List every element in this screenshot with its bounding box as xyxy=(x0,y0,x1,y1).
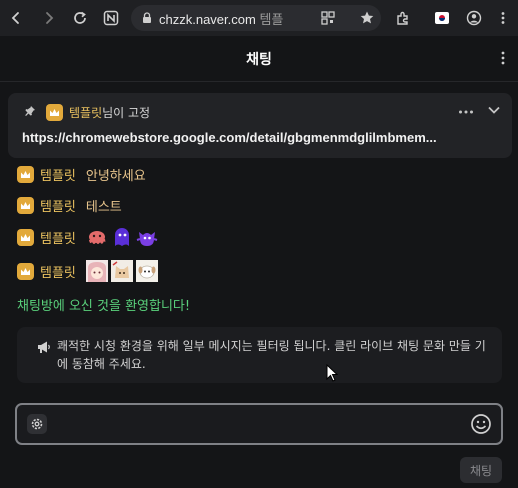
chat-input[interactable] xyxy=(57,410,457,438)
chat-message: 템플릿 안녕하세요 xyxy=(17,163,146,185)
pinned-message[interactable]: 템플릿 님이 고정 https://chromewebstore.google.… xyxy=(8,93,512,158)
mouse-cursor-icon xyxy=(326,364,338,382)
browser-menu-icon[interactable] xyxy=(490,5,516,31)
crown-badge-icon xyxy=(17,228,34,246)
address-bar[interactable]: chzzk.naver.com 템플 xyxy=(131,5,381,31)
chevron-down-icon[interactable] xyxy=(488,102,500,118)
chat-settings-button[interactable] xyxy=(27,414,47,434)
url-host: chzzk.naver.com xyxy=(159,11,256,27)
chat-message: 템플릿 xyxy=(17,260,158,282)
chat-header: 채팅 xyxy=(0,36,518,82)
korea-flag-icon[interactable] xyxy=(429,5,455,31)
megaphone-icon xyxy=(38,341,50,353)
chat-title: 채팅 xyxy=(246,51,272,68)
url-text: chzzk.naver.com 템플 xyxy=(159,9,283,28)
octopus-emote xyxy=(88,231,106,244)
puppy-emote xyxy=(135,260,158,282)
naver-icon[interactable] xyxy=(98,5,124,31)
site-info-icon[interactable] xyxy=(141,12,153,24)
crown-badge-icon xyxy=(17,196,34,214)
pinned-url[interactable]: https://chromewebstore.google.com/detail… xyxy=(22,130,502,145)
pinned-more-icon[interactable] xyxy=(458,102,474,118)
anime-girl-emote xyxy=(85,260,108,282)
message-nickname[interactable]: 템플릿 xyxy=(40,196,76,215)
message-text: 테스트 xyxy=(85,199,122,215)
gear-icon xyxy=(31,418,43,430)
send-chat-button[interactable]: 채팅 xyxy=(460,457,502,483)
crown-badge-icon xyxy=(46,103,63,121)
browser-toolbar: chzzk.naver.com 템플 xyxy=(0,0,518,36)
message-text: 안녕하세요 xyxy=(85,168,146,184)
pinned-label: 님이 고정 xyxy=(102,105,151,120)
crown-badge-icon xyxy=(17,165,34,183)
purple-blob-emote xyxy=(114,228,129,246)
cat-emote xyxy=(110,260,133,282)
chat-message: 템플릿 xyxy=(17,226,158,248)
back-icon[interactable] xyxy=(3,5,29,31)
pinned-nickname[interactable]: 템플릿 xyxy=(69,104,102,121)
reload-icon[interactable] xyxy=(67,5,93,31)
notice-text: 쾌적한 시청 환경을 위해 일부 메시지는 필터링 됩니다. 클린 라이브 채팅… xyxy=(57,339,486,371)
url-tail: 템플 xyxy=(259,11,284,27)
chat-message: 템플릿 테스트 xyxy=(17,194,122,216)
notice-banner: 쾌적한 시청 환경을 위해 일부 메시지는 필터링 됩니다. 클린 라이브 채팅… xyxy=(17,327,502,383)
emoji-icon[interactable] xyxy=(470,413,492,435)
message-nickname[interactable]: 템플릿 xyxy=(40,262,76,281)
crown-badge-icon xyxy=(17,262,34,280)
message-nickname[interactable]: 템플릿 xyxy=(40,228,76,247)
purple-ghost-emote xyxy=(136,232,158,246)
chat-input-box[interactable] xyxy=(15,403,503,445)
pin-icon xyxy=(24,105,38,120)
extensions-icon[interactable] xyxy=(390,5,416,31)
bookmark-star-icon[interactable] xyxy=(359,10,375,26)
message-nickname[interactable]: 템플릿 xyxy=(40,165,76,184)
qr-code-icon[interactable] xyxy=(321,11,335,25)
forward-icon[interactable] xyxy=(36,5,62,31)
chat-more-icon[interactable] xyxy=(498,50,508,70)
profile-icon[interactable] xyxy=(461,5,487,31)
welcome-message: 채팅방에 오신 것을 환영합니다! xyxy=(17,299,191,314)
